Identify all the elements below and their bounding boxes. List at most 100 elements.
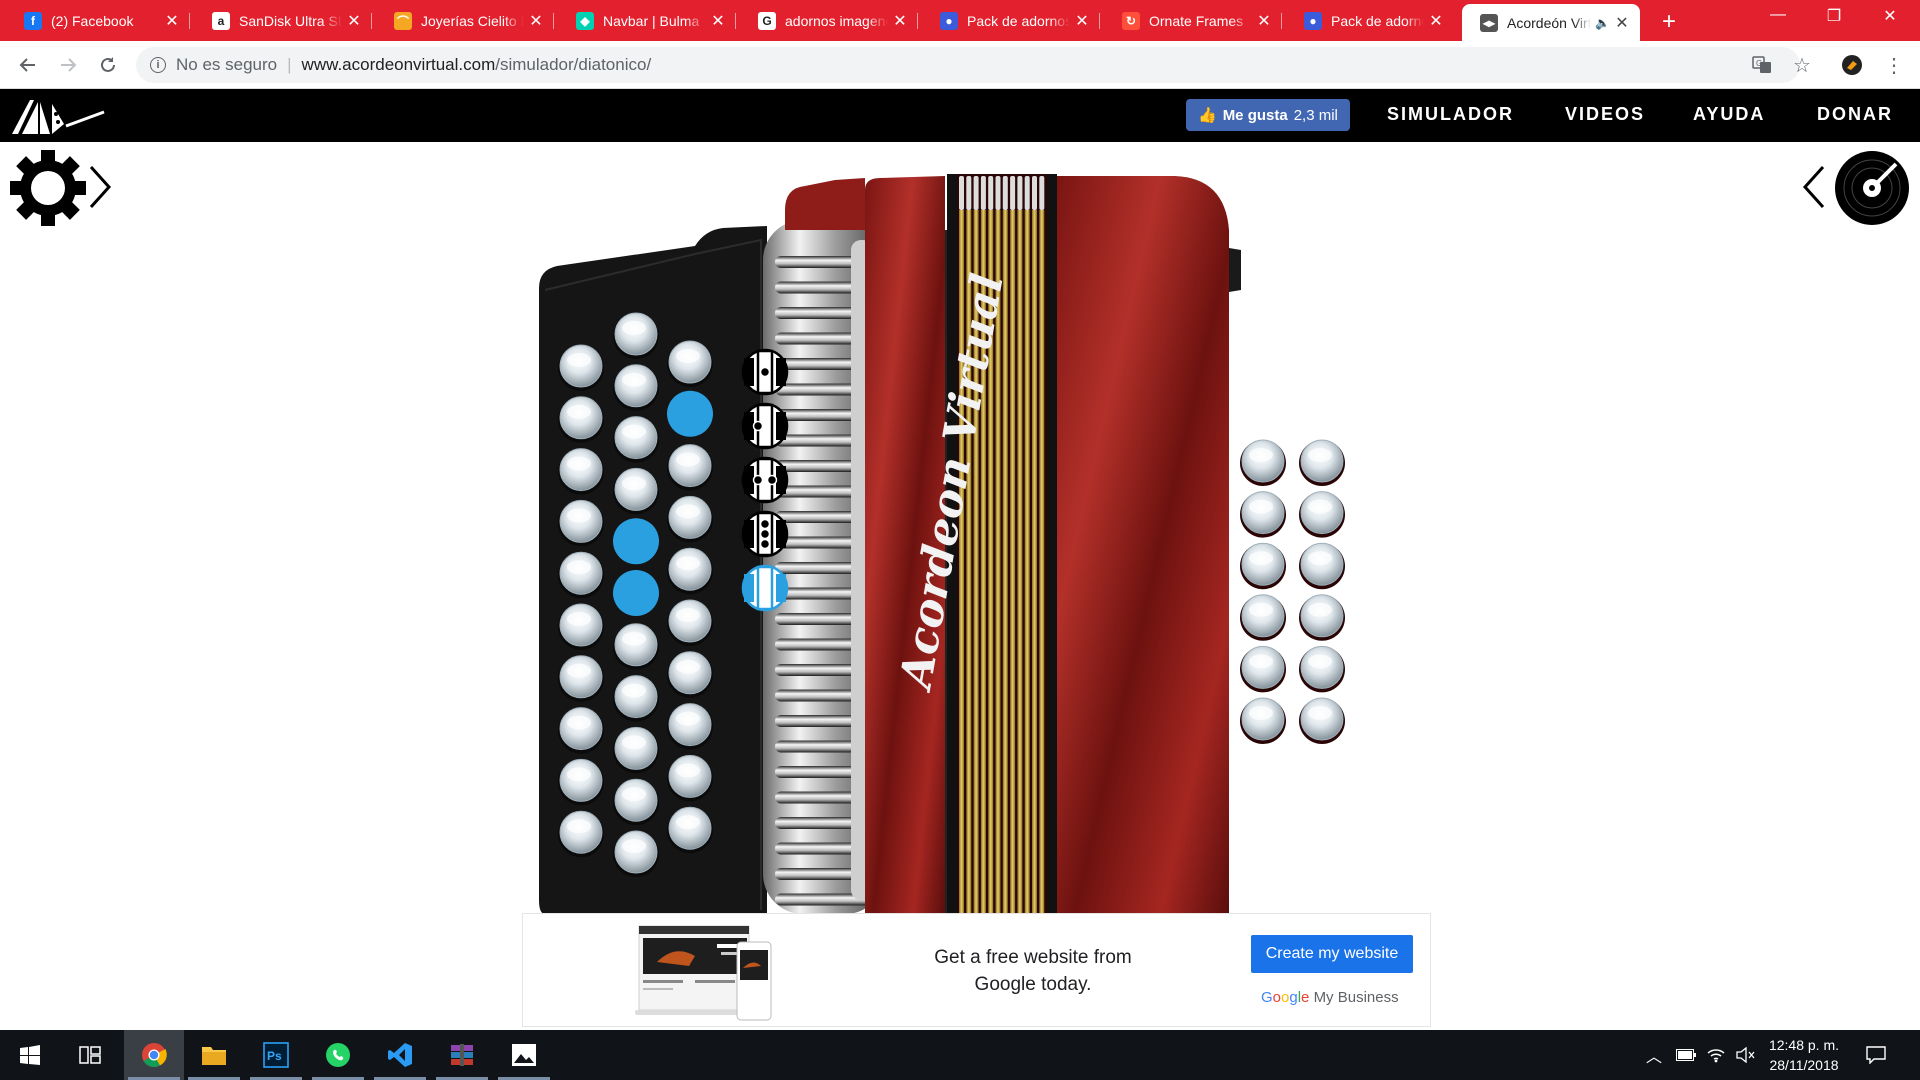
browser-tab[interactable]: ◂▸ Acordeón Virtual🔈 ✕ bbox=[1462, 4, 1640, 41]
translate-icon[interactable]: G bbox=[1750, 53, 1774, 77]
treble-button-row1-7[interactable] bbox=[558, 655, 604, 702]
tab-audio-icon[interactable]: 🔈 bbox=[1595, 16, 1610, 30]
browser-tab[interactable]: ◆ Navbar | Bulma ✕ bbox=[558, 6, 736, 36]
treble-button-row3-9[interactable] bbox=[667, 754, 713, 802]
bass-button-row2-6[interactable] bbox=[1299, 697, 1345, 744]
settings-gear-icon[interactable] bbox=[10, 150, 86, 226]
bass-button-row1-1[interactable] bbox=[1240, 439, 1286, 486]
task-view-icon[interactable] bbox=[60, 1030, 120, 1080]
vinyl-disc-icon[interactable] bbox=[1834, 150, 1910, 226]
treble-button-row2-10[interactable] bbox=[613, 778, 659, 826]
bass-button-row1-2[interactable] bbox=[1240, 491, 1286, 538]
close-window-button[interactable]: ✕ bbox=[1870, 6, 1910, 26]
browser-tab[interactable]: a SanDisk Ultra SDHC✕ bbox=[194, 6, 372, 36]
create-my-website-button[interactable]: Create my website bbox=[1251, 935, 1413, 973]
whatsapp-icon[interactable] bbox=[308, 1030, 368, 1080]
windows-start-icon[interactable] bbox=[0, 1030, 60, 1080]
bass-button-row1-5[interactable] bbox=[1240, 645, 1286, 693]
file-explorer-icon[interactable] bbox=[184, 1030, 244, 1080]
bass-button-row1-4[interactable] bbox=[1240, 594, 1286, 641]
extension-icon[interactable] bbox=[1840, 53, 1864, 77]
treble-button-row2-8[interactable] bbox=[613, 675, 659, 722]
close-tab-icon[interactable]: ✕ bbox=[164, 11, 180, 31]
treble-button-row3-4[interactable] bbox=[667, 495, 713, 543]
back-button[interactable] bbox=[14, 51, 42, 79]
open-songs-chevron-icon[interactable] bbox=[1802, 165, 1826, 209]
treble-button-row1-1[interactable] bbox=[558, 344, 604, 391]
browser-tab[interactable]: ↻ Ornate Frames ✕ bbox=[1104, 6, 1282, 36]
bass-button-row2-4[interactable] bbox=[1299, 594, 1345, 641]
treble-button-row1-5[interactable] bbox=[558, 551, 604, 599]
treble-button-row2-9[interactable] bbox=[613, 726, 659, 774]
treble-button-row1-8[interactable] bbox=[558, 707, 604, 754]
treble-button-row1-9[interactable] bbox=[558, 758, 604, 806]
bass-button-row2-2[interactable] bbox=[1299, 491, 1345, 538]
treble-button-row2-4[interactable] bbox=[613, 467, 659, 515]
treble-button-row1-3[interactable] bbox=[558, 448, 604, 495]
treble-button-row3-6[interactable] bbox=[667, 599, 713, 646]
treble-button-row3-8[interactable] bbox=[667, 703, 713, 750]
treble-button-row2-11[interactable] bbox=[613, 830, 659, 877]
nav-ayuda[interactable]: AYUDA bbox=[1693, 104, 1765, 125]
wifi-icon[interactable] bbox=[1706, 1030, 1726, 1080]
register-switch-5[interactable] bbox=[741, 564, 789, 612]
vscode-icon[interactable] bbox=[370, 1030, 430, 1080]
winrar-icon[interactable] bbox=[432, 1030, 492, 1080]
close-tab-icon[interactable]: ✕ bbox=[892, 11, 908, 31]
action-center-icon[interactable] bbox=[1866, 1030, 1886, 1080]
close-tab-icon[interactable]: ✕ bbox=[1614, 13, 1630, 33]
treble-button-row2-7[interactable] bbox=[613, 623, 659, 670]
register-switch-3[interactable] bbox=[741, 456, 789, 504]
show-hidden-icons-chevron-icon[interactable]: ︿ bbox=[1646, 1030, 1662, 1080]
treble-button-row1-4[interactable] bbox=[558, 499, 604, 547]
treble-button-row3-3[interactable] bbox=[667, 444, 713, 491]
treble-button-row1-10[interactable] bbox=[558, 810, 604, 858]
close-tab-icon[interactable]: ✕ bbox=[1074, 11, 1090, 31]
bass-button-row1-6[interactable] bbox=[1240, 697, 1286, 744]
treble-button-row2-5[interactable] bbox=[613, 518, 659, 565]
info-icon[interactable]: i bbox=[150, 57, 166, 73]
browser-tab[interactable]: f (2) Facebook ✕ bbox=[6, 6, 190, 36]
minimize-button[interactable]: — bbox=[1758, 6, 1798, 24]
treble-button-row2-3[interactable] bbox=[613, 416, 659, 463]
bookmark-star-icon[interactable]: ☆ bbox=[1790, 53, 1814, 77]
treble-button-row2-6[interactable] bbox=[613, 570, 659, 616]
register-switch-4[interactable] bbox=[741, 510, 789, 558]
restore-button[interactable]: ❐ bbox=[1814, 6, 1854, 26]
photos-icon[interactable] bbox=[494, 1030, 554, 1080]
reload-button[interactable] bbox=[94, 51, 122, 79]
browser-tab[interactable]: ⌒ Joyerías Cielito Lindo✕ bbox=[376, 6, 554, 36]
new-tab-button[interactable]: + bbox=[1656, 8, 1682, 36]
close-tab-icon[interactable]: ✕ bbox=[528, 11, 544, 31]
close-tab-icon[interactable]: ✕ bbox=[346, 11, 362, 31]
close-tab-icon[interactable]: ✕ bbox=[710, 11, 726, 31]
browser-tab[interactable]: ● Pack de adornos✕ bbox=[922, 6, 1100, 36]
treble-button-row3-2[interactable] bbox=[667, 390, 713, 437]
nav-simulador[interactable]: SIMULADOR bbox=[1387, 104, 1514, 125]
photoshop-icon[interactable]: Ps bbox=[246, 1030, 306, 1080]
address-bar[interactable]: i No es seguro | www.acordeonvirtual.com… bbox=[136, 47, 1800, 83]
treble-button-row1-6[interactable] bbox=[558, 603, 604, 650]
treble-button-row3-1[interactable] bbox=[667, 340, 713, 387]
treble-button-row3-10[interactable] bbox=[667, 806, 713, 854]
forward-button[interactable] bbox=[54, 51, 82, 79]
bass-button-row2-3[interactable] bbox=[1299, 542, 1345, 590]
register-switch-2[interactable] bbox=[741, 402, 789, 450]
chrome-icon[interactable] bbox=[124, 1030, 184, 1080]
browser-menu-icon[interactable]: ⋮ bbox=[1882, 53, 1906, 77]
bass-button-row2-5[interactable] bbox=[1299, 645, 1345, 693]
bass-button-row1-3[interactable] bbox=[1240, 542, 1286, 590]
browser-tab[interactable]: ● Pack de adornos✕ bbox=[1286, 6, 1454, 36]
volume-muted-icon[interactable] bbox=[1736, 1030, 1756, 1080]
register-switch-1[interactable] bbox=[741, 348, 789, 396]
battery-icon[interactable] bbox=[1676, 1030, 1696, 1080]
bass-button-row2-1[interactable] bbox=[1299, 439, 1345, 486]
acordeon-virtual-logo[interactable] bbox=[8, 94, 108, 138]
close-tab-icon[interactable]: ✕ bbox=[1428, 11, 1444, 31]
facebook-like-button[interactable]: 👍 Me gusta 2,3 mil bbox=[1186, 99, 1350, 131]
nav-videos[interactable]: VIDEOS bbox=[1565, 104, 1645, 125]
nav-donar[interactable]: DONAR bbox=[1817, 104, 1893, 125]
treble-button-row2-1[interactable] bbox=[613, 312, 659, 359]
treble-button-row3-5[interactable] bbox=[667, 547, 713, 595]
treble-button-row1-2[interactable] bbox=[558, 396, 604, 443]
